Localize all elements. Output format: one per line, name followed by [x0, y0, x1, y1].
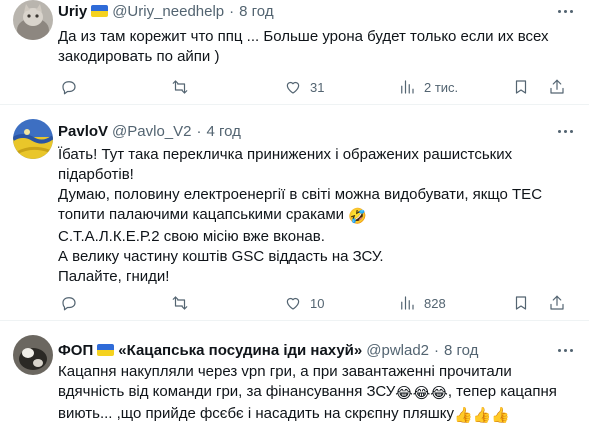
more-icon[interactable]: [555, 341, 575, 359]
post-text: Їбать! Тут така перекличка принижених і …: [58, 145, 568, 287]
post-text-line: С.Т.А.Л.К.Е.Р.2 свою місію вже вконав.: [58, 228, 325, 245]
rofl-emoji: 🤣: [348, 208, 367, 225]
post-text-line: Кацапня накупляли через vpn гри, а при з…: [58, 363, 512, 380]
post-text-line: топити палаючими кацапськими сраками 🤣: [58, 206, 367, 225]
post-pavlov[interactable]: PavloV @Pavlo_V2 · 4 год Їбать! Тут така…: [0, 105, 589, 321]
post-text-line: Палайте, гниди!: [58, 268, 170, 285]
reply-button[interactable]: [60, 77, 78, 97]
post-header: ФОП «Кацапська посудина іди нахуй» @pwla…: [58, 340, 478, 360]
timestamp[interactable]: 8 год: [239, 3, 273, 20]
post-uriy[interactable]: Uriy @Uriy_needhelp · 8 год Да из там ко…: [0, 0, 589, 105]
post-header: PavloV @Pavlo_V2 · 4 год: [58, 121, 241, 141]
display-name[interactable]: «Кацапська посудина іди нахуй»: [118, 342, 362, 359]
repost-icon: [172, 296, 188, 310]
share-button[interactable]: [548, 77, 566, 97]
like-icon: [286, 81, 300, 94]
post-text-line: закодировать по айпи ): [58, 48, 220, 65]
timestamp[interactable]: 4 год: [206, 123, 240, 140]
share-icon: [550, 79, 564, 94]
post-text-line: Їбать! Тут така перекличка принижених і …: [58, 146, 513, 163]
laughing-emoji: 😂😂😂: [395, 385, 448, 402]
views-button[interactable]: 828: [398, 293, 446, 313]
reply-button[interactable]: [60, 293, 78, 313]
display-name[interactable]: Uriy: [58, 3, 87, 20]
post-text-line: виють... ,що прийде фсєбє і насадить на …: [58, 405, 511, 424]
bookmark-icon: [515, 296, 527, 310]
views-count: 2 тис.: [424, 79, 459, 95]
bookmark-button[interactable]: [512, 293, 530, 313]
like-count: 31: [310, 79, 325, 95]
timestamp[interactable]: 8 год: [444, 342, 478, 359]
action-bar: 10 828: [58, 293, 568, 313]
more-icon[interactable]: [555, 122, 575, 140]
display-name[interactable]: PavloV: [58, 123, 108, 140]
repost-button[interactable]: [171, 77, 189, 97]
views-count: 828: [424, 295, 446, 311]
bookmark-icon: [515, 80, 527, 94]
user-handle[interactable]: @Pavlo_V2: [112, 123, 191, 140]
like-count: 10: [310, 295, 325, 311]
post-header: Uriy @Uriy_needhelp · 8 год: [58, 1, 274, 21]
thumbs-up-emoji: 👍👍👍: [454, 407, 511, 424]
post-text-line: Да из там корежит что ппц ... Больше уро…: [58, 28, 549, 45]
like-button[interactable]: 10: [284, 293, 324, 313]
bookmark-button[interactable]: [512, 77, 530, 97]
separator-dot: ·: [196, 122, 202, 140]
post-text: Кацапня накупляли через vpn гри, а при з…: [58, 362, 568, 426]
views-icon: [401, 80, 414, 94]
more-icon[interactable]: [555, 2, 575, 20]
avatar[interactable]: [13, 0, 53, 40]
like-icon: [286, 297, 300, 310]
ukraine-flag-icon: [91, 5, 109, 17]
separator-dot: ·: [434, 341, 440, 359]
user-handle[interactable]: @Uriy_needhelp: [112, 3, 224, 20]
post-text-line: вдячність від команди гри, за фінансуван…: [58, 383, 557, 402]
post-text: Да из там корежит что ппц ... Больше уро…: [58, 27, 568, 67]
reply-icon: [62, 297, 76, 311]
ukraine-flag-icon: [97, 344, 115, 356]
share-button[interactable]: [548, 293, 566, 313]
user-handle[interactable]: @pwlad2: [366, 342, 429, 359]
avatar[interactable]: [13, 119, 53, 159]
separator-dot: ·: [229, 2, 235, 20]
like-button[interactable]: 31: [284, 77, 324, 97]
action-bar: 31 2 тис.: [58, 77, 568, 97]
display-name-prefix[interactable]: ФОП: [58, 342, 93, 359]
post-text-line: Думаю, половину електроенергії в світі м…: [58, 186, 543, 203]
repost-icon: [172, 80, 188, 94]
views-button[interactable]: 2 тис.: [398, 77, 458, 97]
post-fop[interactable]: ФОП «Кацапська посудина іди нахуй» @pwla…: [0, 321, 589, 437]
post-text-line: А велику частину коштів GSC віддасть на …: [58, 248, 384, 265]
views-icon: [401, 296, 414, 310]
post-text-line: підарботів!: [58, 166, 134, 183]
reply-icon: [62, 81, 76, 95]
share-icon: [550, 295, 564, 310]
avatar[interactable]: [13, 335, 53, 375]
repost-button[interactable]: [171, 293, 189, 313]
